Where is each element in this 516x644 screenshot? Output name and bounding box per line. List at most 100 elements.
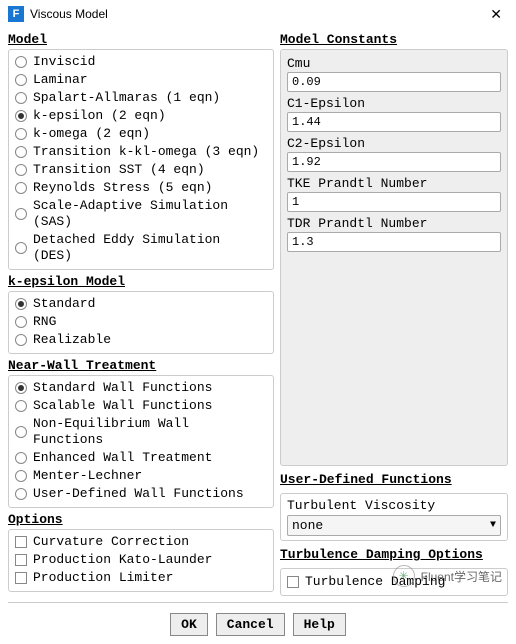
radio-row[interactable]: Transition k-kl-omega (3 eqn) bbox=[15, 143, 267, 161]
radio-row[interactable]: Scale-Adaptive Simulation (SAS) bbox=[15, 197, 267, 231]
udf-label: Turbulent Viscosity bbox=[287, 498, 501, 513]
radio-icon bbox=[15, 56, 27, 68]
radio-label: User-Defined Wall Functions bbox=[33, 486, 244, 502]
radio-icon bbox=[15, 470, 27, 482]
radio-row[interactable]: Standard Wall Functions bbox=[15, 379, 267, 397]
radio-row[interactable]: Inviscid bbox=[15, 53, 267, 71]
udf-title: User-Defined Functions bbox=[280, 472, 508, 487]
radio-row[interactable]: Non-Equilibrium Wall Functions bbox=[15, 415, 267, 449]
kepsilon-group: Standard RNGRealizable bbox=[8, 291, 274, 354]
radio-label: Enhanced Wall Treatment bbox=[33, 450, 212, 466]
radio-icon bbox=[15, 382, 27, 394]
udf-box: Turbulent Viscosity none ▼ bbox=[280, 493, 508, 541]
watermark-text: Fluent学习笔记 bbox=[421, 568, 502, 585]
check-label: Curvature Correction bbox=[33, 534, 189, 550]
checkbox-icon bbox=[15, 554, 27, 566]
radio-row[interactable]: RNG bbox=[15, 313, 267, 331]
radio-row[interactable]: Laminar bbox=[15, 71, 267, 89]
radio-label: Inviscid bbox=[33, 54, 95, 70]
constant-input[interactable] bbox=[287, 152, 501, 172]
check-row[interactable]: Curvature Correction bbox=[15, 533, 267, 551]
constants-box: Cmu C1-Epsilon C2-Epsilon TKE Prandtl Numbe… bbox=[280, 49, 508, 466]
constant-label: TDR Prandtl Number bbox=[287, 216, 501, 231]
radio-icon bbox=[15, 208, 27, 220]
nearwall-group-title: Near-Wall Treatment bbox=[8, 358, 274, 373]
radio-icon bbox=[15, 488, 27, 500]
radio-row[interactable]: Scalable Wall Functions bbox=[15, 397, 267, 415]
radio-icon bbox=[15, 182, 27, 194]
check-label: Production Limiter bbox=[33, 570, 173, 586]
radio-icon bbox=[15, 128, 27, 140]
radio-icon bbox=[15, 400, 27, 412]
radio-icon bbox=[15, 426, 27, 438]
button-bar: OK Cancel Help bbox=[0, 609, 516, 644]
radio-row[interactable]: Menter-Lechner bbox=[15, 467, 267, 485]
constants-title: Model Constants bbox=[280, 32, 508, 47]
radio-label: Reynolds Stress (5 eqn) bbox=[33, 180, 212, 196]
radio-label: Detached Eddy Simulation (DES) bbox=[33, 232, 267, 264]
radio-label: Spalart-Allmaras (1 eqn) bbox=[33, 90, 220, 106]
check-row[interactable]: Production Kato-Launder bbox=[15, 551, 267, 569]
app-icon: F bbox=[8, 6, 24, 22]
radio-row[interactable]: Enhanced Wall Treatment bbox=[15, 449, 267, 467]
radio-icon bbox=[15, 146, 27, 158]
udf-value: none bbox=[292, 518, 323, 533]
radio-icon bbox=[15, 74, 27, 86]
constant-input[interactable] bbox=[287, 112, 501, 132]
constant-label: C2-Epsilon bbox=[287, 136, 501, 151]
kepsilon-group-title: k-epsilon Model bbox=[8, 274, 274, 289]
radio-row[interactable]: k-epsilon (2 eqn) bbox=[15, 107, 267, 125]
separator bbox=[8, 602, 508, 603]
radio-row[interactable]: Transition SST (4 eqn) bbox=[15, 161, 267, 179]
radio-label: Non-Equilibrium Wall Functions bbox=[33, 416, 267, 448]
check-row[interactable]: Production Limiter bbox=[15, 569, 267, 587]
constant-label: TKE Prandtl Number bbox=[287, 176, 501, 191]
radio-label: k-epsilon (2 eqn) bbox=[33, 108, 166, 124]
damping-title: Turbulence Damping Options bbox=[280, 547, 508, 562]
radio-row[interactable]: Standard bbox=[15, 295, 267, 313]
options-group-title: Options bbox=[8, 512, 274, 527]
radio-row[interactable]: k-omega (2 eqn) bbox=[15, 125, 267, 143]
radio-row[interactable]: Spalart-Allmaras (1 eqn) bbox=[15, 89, 267, 107]
model-group: Inviscid Laminar Spalart-Allmaras (1 eqn) k… bbox=[8, 49, 274, 270]
checkbox-icon bbox=[15, 536, 27, 548]
radio-icon bbox=[15, 298, 27, 310]
checkbox-icon bbox=[15, 572, 27, 584]
radio-label: Scalable Wall Functions bbox=[33, 398, 212, 414]
radio-row[interactable]: Reynolds Stress (5 eqn) bbox=[15, 179, 267, 197]
radio-label: k-omega (2 eqn) bbox=[33, 126, 150, 142]
cancel-button[interactable]: Cancel bbox=[216, 613, 285, 636]
radio-icon bbox=[15, 164, 27, 176]
constant-input[interactable] bbox=[287, 192, 501, 212]
radio-label: Standard bbox=[33, 296, 95, 312]
close-icon[interactable]: ✕ bbox=[484, 6, 508, 23]
help-button[interactable]: Help bbox=[293, 613, 346, 636]
watermark: ✳ Fluent学习笔记 bbox=[393, 565, 502, 587]
radio-icon bbox=[15, 110, 27, 122]
constant-label: C1-Epsilon bbox=[287, 96, 501, 111]
radio-row[interactable]: User-Defined Wall Functions bbox=[15, 485, 267, 503]
check-label: Production Kato-Launder bbox=[33, 552, 212, 568]
radio-label: Transition SST (4 eqn) bbox=[33, 162, 205, 178]
radio-icon bbox=[15, 334, 27, 346]
ok-button[interactable]: OK bbox=[170, 613, 208, 636]
radio-label: RNG bbox=[33, 314, 56, 330]
titlebar: F Viscous Model ✕ bbox=[0, 0, 516, 28]
wechat-icon: ✳ bbox=[393, 565, 415, 587]
radio-label: Standard Wall Functions bbox=[33, 380, 212, 396]
radio-icon bbox=[15, 242, 27, 254]
window-title: Viscous Model bbox=[30, 7, 484, 21]
radio-row[interactable]: Detached Eddy Simulation (DES) bbox=[15, 231, 267, 265]
checkbox-icon bbox=[287, 576, 299, 588]
radio-label: Laminar bbox=[33, 72, 88, 88]
radio-row[interactable]: Realizable bbox=[15, 331, 267, 349]
constant-input[interactable] bbox=[287, 232, 501, 252]
chevron-down-icon: ▼ bbox=[490, 520, 496, 531]
constant-input[interactable] bbox=[287, 72, 501, 92]
udf-select[interactable]: none ▼ bbox=[287, 515, 501, 536]
radio-icon bbox=[15, 452, 27, 464]
radio-label: Menter-Lechner bbox=[33, 468, 142, 484]
constant-label: Cmu bbox=[287, 56, 501, 71]
model-group-title: Model bbox=[8, 32, 274, 47]
nearwall-group: Standard Wall Functions Scalable Wall Fun… bbox=[8, 375, 274, 508]
